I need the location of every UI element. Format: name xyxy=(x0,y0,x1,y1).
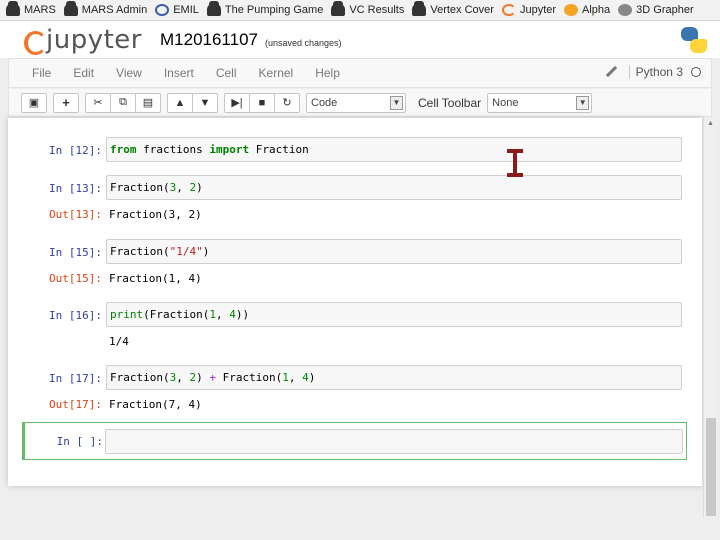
paste-button[interactable]: ▤ xyxy=(135,92,161,113)
pencil-icon[interactable] xyxy=(605,66,617,78)
cell-input[interactable]: Fraction(3, 2) + Fraction(1, 4) xyxy=(106,365,682,390)
grapher-icon xyxy=(618,4,633,16)
menu-kernel[interactable]: Kernel xyxy=(248,66,305,80)
chevron-down-icon: ▼ xyxy=(390,95,403,110)
insert-cell-button[interactable]: + xyxy=(53,92,79,113)
move-up-button[interactable]: ▲ xyxy=(167,92,193,113)
menu-insert[interactable]: Insert xyxy=(153,66,205,80)
cell-input[interactable]: print(Fraction(1, 4)) xyxy=(106,302,682,327)
cell-input[interactable]: Fraction(3, 2) xyxy=(106,175,682,200)
save-icon: ▣ xyxy=(28,97,40,109)
notebook-name[interactable]: M120161107 xyxy=(160,30,258,50)
plus-icon: + xyxy=(62,95,70,110)
bookmark-vc-results[interactable]: VC Results xyxy=(331,1,404,16)
cut-button[interactable]: ✂ xyxy=(85,92,111,113)
bookmark-jupyter[interactable]: Jupyter xyxy=(501,4,556,16)
cell-output: 1/4 xyxy=(109,335,129,348)
notebook-scrollbar[interactable]: ▲ xyxy=(703,118,717,518)
bookmark-alpha[interactable]: Alpha xyxy=(564,4,610,16)
cell-output: Fraction(1, 4) xyxy=(109,272,202,285)
input-prompt: In [12]: xyxy=(49,144,102,157)
save-status: (unsaved changes) xyxy=(265,38,342,48)
move-down-button[interactable]: ▼ xyxy=(192,92,218,113)
output-prompt: Out[15]: xyxy=(49,272,102,285)
cell-input[interactable] xyxy=(105,429,683,454)
input-prompt: In [17]: xyxy=(49,372,102,385)
stop-icon: ■ xyxy=(258,96,266,109)
bookmarks-bar: MARS MARS Admin EMIL The Pumping Game VC… xyxy=(0,0,720,21)
car-icon xyxy=(331,1,346,16)
input-prompt: In [ ]: xyxy=(56,435,103,448)
alpha-icon xyxy=(564,4,579,16)
scroll-up-icon[interactable]: ▲ xyxy=(707,120,714,127)
input-prompt: In [13]: xyxy=(49,182,102,195)
paste-icon: ▤ xyxy=(142,97,154,109)
arrow-down-icon: ▼ xyxy=(199,96,211,109)
scrollbar-thumb[interactable] xyxy=(706,418,716,516)
arrow-up-icon: ▲ xyxy=(174,96,186,109)
step-forward-icon: ▶| xyxy=(231,97,243,109)
bookmark-emil[interactable]: EMIL xyxy=(155,4,199,16)
emil-icon xyxy=(155,4,170,16)
scissors-icon: ✂ xyxy=(93,97,103,109)
python-logo-icon xyxy=(681,27,707,53)
bookmark-vertex-cover[interactable]: Vertex Cover xyxy=(412,1,494,16)
menu-view[interactable]: View xyxy=(105,66,153,80)
jupyter-logo-icon xyxy=(22,28,47,55)
jupyter-logo[interactable]: jupyter xyxy=(22,25,142,55)
car-icon xyxy=(206,1,221,16)
restart-button[interactable]: ↻ xyxy=(274,92,300,113)
text-cursor-icon xyxy=(507,149,523,177)
cell-toolbar-select[interactable]: None ▼ xyxy=(487,92,593,113)
cell-output: Fraction(3, 2) xyxy=(109,208,202,221)
bookmark-mars[interactable]: MARS xyxy=(6,1,56,16)
bookmark-pumping-game[interactable]: The Pumping Game xyxy=(206,1,323,16)
save-button[interactable]: ▣ xyxy=(21,92,47,113)
input-prompt: In [15]: xyxy=(49,246,102,259)
notebook-header: jupyter M120161107 (unsaved changes) xyxy=(0,21,720,58)
cell-input[interactable]: Fraction("1/4") xyxy=(106,239,682,264)
output-prompt: Out[13]: xyxy=(49,208,102,221)
toolbar: ▣ + ✂ ⧉ ▤ ▲ ▼ ▶| ■ ↻ Code ▼ Cell Toolbar… xyxy=(8,89,712,117)
kernel-name: Python 3 xyxy=(628,65,683,79)
bookmark-mars-admin[interactable]: MARS Admin xyxy=(63,1,147,16)
menu-file[interactable]: File xyxy=(21,66,62,80)
run-button[interactable]: ▶| xyxy=(224,92,250,113)
menu-edit[interactable]: Edit xyxy=(62,66,105,80)
copy-button[interactable]: ⧉ xyxy=(110,92,136,113)
chevron-down-icon: ▼ xyxy=(576,95,590,110)
cell-type-select[interactable]: Code ▼ xyxy=(306,92,406,113)
output-prompt: Out[17]: xyxy=(49,398,102,411)
cell-toolbar-label: Cell Toolbar xyxy=(418,95,482,110)
menu-cell[interactable]: Cell xyxy=(205,66,248,80)
input-prompt: In [16]: xyxy=(49,309,102,322)
cell-output: Fraction(7, 4) xyxy=(109,398,202,411)
bookmark-3d-grapher[interactable]: 3D Grapher xyxy=(618,4,694,16)
kernel-idle-icon xyxy=(691,67,701,77)
interrupt-button[interactable]: ■ xyxy=(249,92,275,113)
car-icon xyxy=(6,1,20,16)
menubar: File Edit View Insert Cell Kernel Help P… xyxy=(8,58,712,88)
jupyter-icon xyxy=(501,4,516,16)
notebook-container: In [12]: from fractions import Fraction … xyxy=(8,118,702,486)
car-icon xyxy=(63,1,78,16)
car-icon xyxy=(412,1,427,16)
cell-input[interactable]: from fractions import Fraction xyxy=(106,137,682,162)
active-code-cell[interactable]: In [ ]: xyxy=(22,422,687,460)
copy-icon: ⧉ xyxy=(119,96,127,108)
menu-help[interactable]: Help xyxy=(304,66,351,80)
refresh-icon: ↻ xyxy=(282,97,292,109)
